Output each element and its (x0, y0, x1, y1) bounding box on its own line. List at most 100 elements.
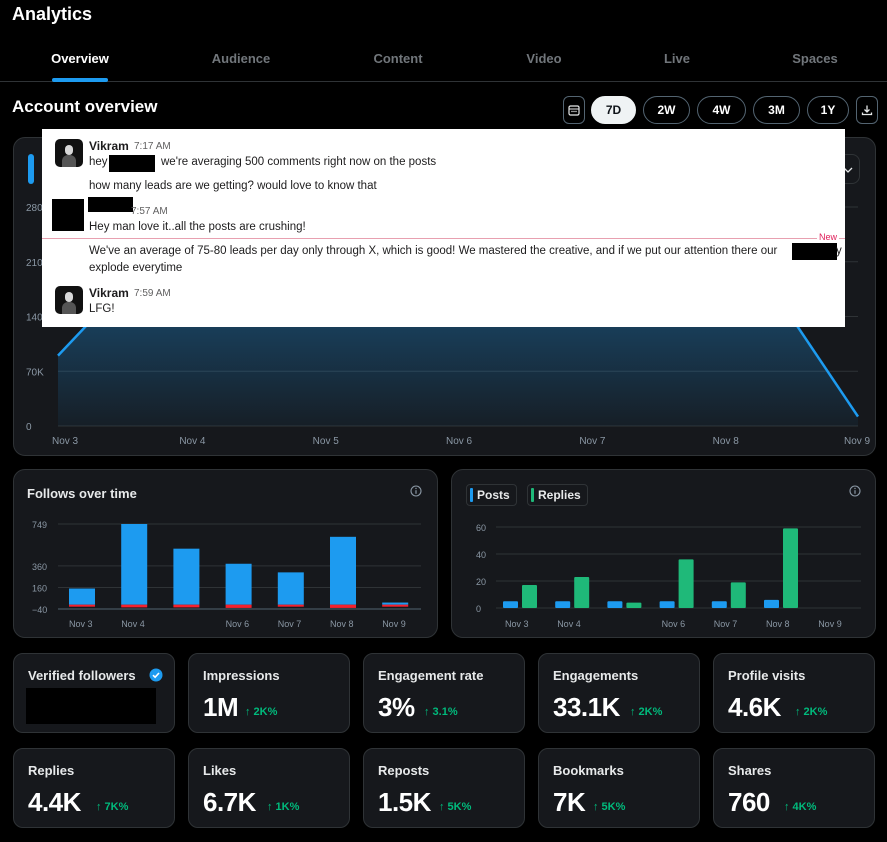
message-time: 7:17 AM (134, 141, 171, 152)
tab-content[interactable]: Content (358, 40, 438, 82)
stat-delta: ↑ 5K% (439, 801, 472, 813)
section-title: Account overview (12, 97, 158, 116)
x-tick-label: Nov 7 (714, 619, 738, 629)
stat-label: Likes (203, 763, 237, 778)
tab-spaces[interactable]: Spaces (775, 40, 855, 82)
y-tick-label: 749 (32, 520, 47, 530)
tab-audience[interactable]: Audience (201, 40, 281, 82)
stat-value: 7K (553, 787, 586, 817)
y-tick-label: 280 (26, 203, 43, 214)
bar-lost (330, 604, 356, 608)
redacted-name (109, 155, 155, 172)
y-tick-label: 210 (26, 258, 43, 269)
stat-bookmarks[interactable]: Bookmarks 7K ↑ 5K% (538, 748, 700, 828)
bar-replies (574, 576, 590, 608)
range-1y-button[interactable]: 1Y (807, 96, 849, 124)
message-text: how many leads are we getting? would lov… (89, 180, 377, 192)
stat-shares[interactable]: Shares 760 ↑ 4K% (713, 748, 875, 828)
message-text: explode everytime (89, 262, 183, 274)
stat-value: 6.7K (203, 787, 256, 817)
range-7d-button[interactable]: 7D (591, 96, 636, 124)
follows-chart: 749 360 160 −40 Nov 3 Nov 4 Nov 6 Nov 7 Nov 8 Nov… (32, 520, 421, 629)
y-tick-label: 0 (26, 422, 32, 433)
stat-label: Verified followers (28, 668, 136, 683)
stat-likes[interactable]: Likes 6.7K ↑ 1K% (188, 748, 350, 828)
stat-delta: ↑ 2K% (630, 706, 663, 718)
calendar-button[interactable] (563, 96, 585, 124)
tab-overview[interactable]: Overview (40, 40, 120, 82)
stat-engagements[interactable]: Engagements 33.1K ↑ 2K% (538, 653, 700, 733)
bar-lost (69, 604, 95, 607)
bar-posts (503, 601, 518, 608)
tab-live[interactable]: Live (637, 40, 717, 82)
stat-label: Reposts (378, 763, 430, 778)
stat-impressions[interactable]: Impressions 1M ↑ 2K% (188, 653, 350, 733)
redacted-name (88, 197, 133, 212)
message-text: We've an average of 75-80 leads per day … (89, 245, 778, 257)
stat-profile-visits[interactable]: Profile visits 4.6K ↑ 2K% (713, 653, 875, 733)
message-author: Vikram (89, 286, 129, 300)
bar-gained (277, 572, 304, 605)
stat-verified-followers[interactable]: Verified followers (13, 653, 175, 733)
range-2w-button[interactable]: 2W (643, 96, 690, 124)
bar-lost (173, 604, 200, 608)
stat-label: Bookmarks (553, 763, 624, 778)
y-tick-label: 360 (32, 562, 47, 572)
bar-posts (711, 601, 727, 608)
bar-posts (659, 601, 675, 608)
stat-reposts[interactable]: Reposts 1.5K ↑ 5K% (363, 748, 525, 828)
y-tick-label: 0 (476, 604, 481, 614)
x-tick-label: Nov 7 (278, 619, 302, 629)
y-tick-label: 160 (32, 583, 47, 593)
range-3m-button[interactable]: 3M (753, 96, 800, 124)
x-tick-label: Nov 6 (446, 436, 473, 447)
x-tick-label: Nov 3 (52, 436, 79, 447)
download-button[interactable] (856, 96, 878, 124)
chat-overlay: Vikram 7:17 AM hey we're averaging 500 c… (42, 129, 845, 327)
bar-lost (382, 604, 409, 607)
y-tick-label: 20 (476, 577, 486, 587)
stat-label: Impressions (203, 668, 280, 683)
bar-posts (607, 601, 623, 608)
tab-video[interactable]: Video (504, 40, 584, 82)
message-text: LFG! (89, 303, 115, 315)
stat-replies[interactable]: Replies 4.4K ↑ 7K% (13, 748, 175, 828)
y-tick-label: 60 (476, 523, 486, 533)
bar-replies (678, 559, 694, 608)
message-time: 7:59 AM (134, 288, 171, 299)
stat-value: 1M (203, 692, 239, 722)
x-tick-label: Nov 3 (69, 619, 93, 629)
new-messages-label: New (816, 232, 839, 242)
message-text: we're averaging 500 comments right now o… (161, 156, 437, 168)
bar-replies (626, 602, 642, 608)
y-tick-label: −40 (32, 605, 47, 615)
tab-bar: Overview Audience Content Video Live Spa… (0, 40, 887, 82)
x-tick-label: Nov 5 (313, 436, 340, 447)
stat-delta: ↑ 2K% (245, 706, 278, 718)
stat-delta: ↑ 4K% (784, 801, 817, 813)
bar-gained (69, 588, 95, 605)
stat-value: 760 (728, 787, 770, 817)
bar-gained (225, 563, 252, 605)
x-tick-label: Nov 9 (818, 619, 842, 629)
y-tick-label: 140 (26, 313, 43, 324)
stat-value: 3% (378, 692, 415, 722)
verified-badge-icon (149, 668, 163, 682)
range-4w-button[interactable]: 4W (697, 96, 746, 124)
redacted-value (26, 688, 156, 724)
stat-value: 4.4K (28, 787, 81, 817)
calendar-icon (568, 105, 580, 116)
bar-gained (330, 536, 356, 605)
x-tick-label: Nov 3 (505, 619, 529, 629)
x-tick-label: Nov 6 (662, 619, 686, 629)
bar-replies (783, 528, 798, 608)
stat-value: 33.1K (553, 692, 620, 722)
x-tick-label: Nov 9 (844, 436, 871, 447)
stat-value: 4.6K (728, 692, 781, 722)
bar-replies (730, 582, 746, 608)
stat-engagement-rate[interactable]: Engagement rate 3% ↑ 3.1% (363, 653, 525, 733)
message-author: Vikram (89, 139, 129, 153)
x-tick-label: Nov 8 (713, 436, 740, 447)
x-tick-label: Nov 8 (330, 619, 354, 629)
posts-replies-chart: 0 20 40 60 Nov 3 Nov 4 Nov 6 Nov 7 Nov 8 Nov 9 (476, 523, 861, 629)
